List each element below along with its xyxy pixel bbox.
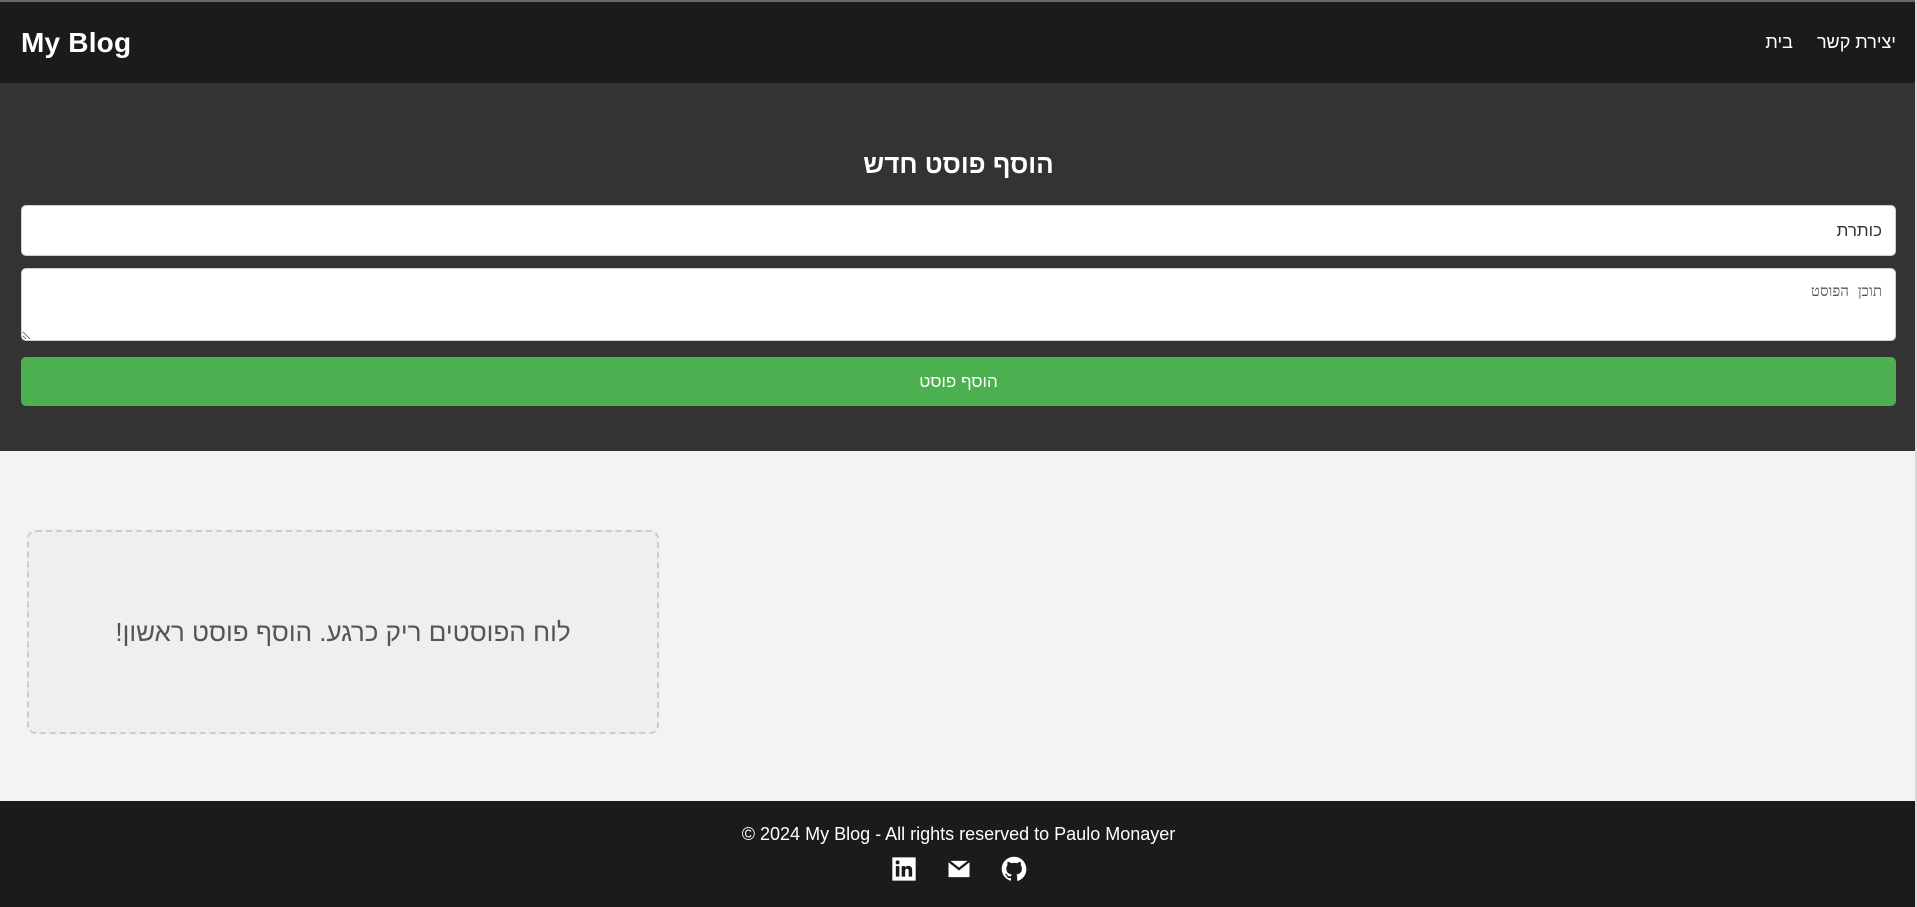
linkedin-icon — [891, 857, 916, 881]
email-link[interactable] — [945, 855, 973, 883]
empty-board-card: לוח הפוסטים ריק כרגע. הוסף פוסט ראשון! — [27, 530, 659, 734]
linkedin-link[interactable] — [890, 855, 918, 883]
add-post-button[interactable]: הוסף פוסט — [21, 357, 1896, 406]
copyright-text: © 2024 My Blog - All rights reserved to … — [741, 824, 1176, 844]
site-footer: © 2024 My Blog - All rights reserved to … — [0, 801, 1917, 907]
form-heading: הוסף פוסט חדש — [863, 149, 1054, 179]
main-nav: בית יצירת קשר — [1765, 32, 1896, 53]
site-brand[interactable]: My Blog — [21, 27, 131, 59]
empty-board-message: לוח הפוסטים ריק כרגע. הוסף פוסט ראשון! — [115, 616, 571, 647]
post-content-textarea[interactable] — [21, 268, 1896, 341]
new-post-form: הוסף פוסט חדש הוסף פוסט — [0, 83, 1917, 451]
social-links — [0, 855, 1917, 883]
github-icon — [1001, 856, 1026, 881]
github-link[interactable] — [1000, 855, 1028, 883]
posts-board: לוח הפוסטים ריק כרגע. הוסף פוסט ראשון! — [0, 451, 1917, 801]
post-title-input[interactable] — [21, 205, 1896, 256]
nav-link-contact[interactable]: יצירת קשר — [1817, 32, 1896, 53]
nav-link-home[interactable]: בית — [1765, 32, 1793, 53]
site-header: My Blog בית יצירת קשר — [0, 2, 1917, 83]
mail-icon — [947, 859, 970, 878]
